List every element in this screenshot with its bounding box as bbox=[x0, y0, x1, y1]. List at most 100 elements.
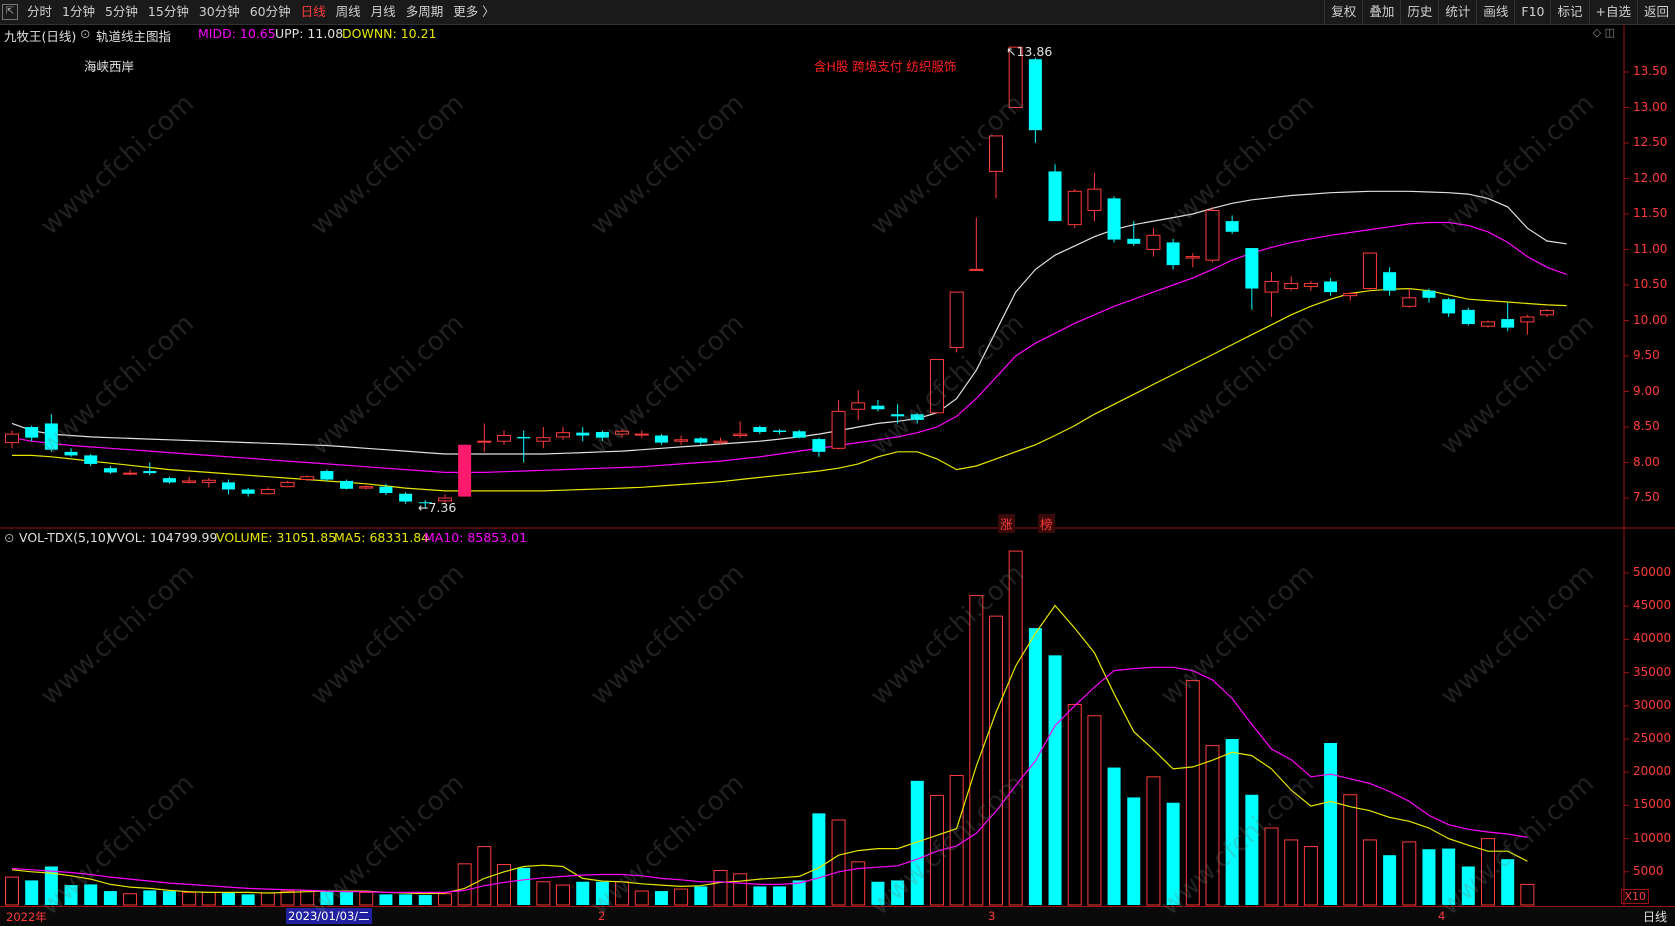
candle-body bbox=[300, 476, 315, 481]
volume-bar bbox=[1383, 855, 1397, 905]
high-marker-value: 13.86 bbox=[1016, 44, 1053, 59]
volume-bar bbox=[713, 869, 728, 906]
high-marker: ↖13.86 bbox=[1006, 44, 1053, 59]
volume-tick-label: 50000 bbox=[1633, 565, 1672, 579]
candle-body bbox=[871, 405, 885, 410]
candle-body bbox=[969, 268, 984, 271]
volume-bar bbox=[201, 891, 216, 906]
candle-body bbox=[84, 455, 98, 464]
volume-bar bbox=[418, 895, 432, 905]
volume-bar bbox=[1008, 550, 1023, 906]
candle-body bbox=[753, 427, 767, 432]
candle-body bbox=[792, 431, 806, 438]
rank-tag[interactable]: 榜 bbox=[1038, 514, 1055, 533]
candle-body bbox=[241, 489, 255, 494]
lower-band-line bbox=[12, 287, 1567, 492]
candle-body bbox=[182, 480, 197, 483]
volume-bar bbox=[379, 894, 393, 905]
volume-bar bbox=[437, 893, 452, 906]
mid-band-line bbox=[11, 221, 1567, 473]
candle-body bbox=[674, 439, 689, 442]
candle-body bbox=[103, 468, 117, 473]
volume-bar bbox=[694, 886, 708, 905]
volume-tick-label: 45000 bbox=[1633, 598, 1672, 613]
volume-bar bbox=[1284, 839, 1299, 906]
candle-body bbox=[497, 435, 511, 442]
volume-bar bbox=[359, 891, 374, 906]
volume-bar bbox=[399, 894, 413, 905]
candle-body bbox=[1107, 198, 1121, 240]
unit-tag: X10 bbox=[1621, 889, 1649, 904]
candle-body bbox=[1422, 290, 1436, 298]
volume-bar bbox=[1048, 655, 1062, 905]
candle-body bbox=[5, 433, 19, 444]
period-label[interactable]: 日线 bbox=[1643, 908, 1667, 925]
volume-bar bbox=[969, 595, 984, 906]
candle-body bbox=[64, 451, 78, 456]
candle-body bbox=[143, 471, 157, 474]
candle-body bbox=[634, 433, 649, 436]
candle-body bbox=[1264, 280, 1279, 293]
candle-body bbox=[654, 435, 668, 443]
volume-tick-label: 15000 bbox=[1633, 797, 1672, 812]
candle-body bbox=[1146, 234, 1161, 251]
candle-body bbox=[949, 291, 964, 348]
volume-bar bbox=[1127, 797, 1141, 905]
candle-body bbox=[1166, 242, 1180, 266]
candle-body bbox=[1461, 309, 1475, 325]
limit-up-tag[interactable]: 涨 bbox=[998, 514, 1015, 533]
price-tick-label: 11.50 bbox=[1633, 206, 1668, 220]
volume-bar bbox=[831, 819, 846, 906]
volume-bar bbox=[1362, 839, 1377, 906]
volume-bar bbox=[792, 880, 806, 905]
volume-bar bbox=[1087, 715, 1102, 906]
volume-bar bbox=[280, 890, 295, 906]
candle-body bbox=[1245, 248, 1259, 289]
candle-body bbox=[320, 471, 334, 480]
candle-body bbox=[201, 479, 216, 483]
volume-tick-label: 20000 bbox=[1633, 764, 1672, 779]
volume-tick-label: 40000 bbox=[1633, 631, 1672, 646]
candle-body bbox=[1087, 188, 1102, 211]
price-tick-label: 9.50 bbox=[1633, 348, 1660, 362]
candle-body bbox=[536, 437, 551, 442]
volume-bar bbox=[241, 894, 255, 905]
candle-body bbox=[280, 481, 295, 488]
volume-bar bbox=[753, 886, 767, 905]
price-tick-label: 13.00 bbox=[1633, 99, 1668, 114]
candle-body bbox=[25, 427, 39, 438]
candle-body bbox=[1303, 283, 1318, 287]
price-tick-label: 11.00 bbox=[1633, 241, 1668, 256]
volume-bar bbox=[1422, 849, 1436, 905]
volume-bar bbox=[1402, 841, 1417, 906]
volume-bar bbox=[182, 891, 197, 906]
candle-body bbox=[379, 486, 393, 494]
candle-body bbox=[851, 402, 866, 410]
volume-bar bbox=[162, 891, 176, 905]
candle-body bbox=[831, 410, 846, 449]
volume-bar bbox=[773, 886, 787, 905]
volume-bar bbox=[536, 881, 551, 906]
price-tick-label: 10.50 bbox=[1633, 277, 1668, 291]
candle-body bbox=[1540, 310, 1555, 316]
volume-bar bbox=[123, 893, 138, 906]
volume-bar bbox=[733, 873, 748, 906]
volume-tick-label: 35000 bbox=[1633, 664, 1672, 679]
candle-body bbox=[517, 436, 531, 439]
price-tick-label: 8.50 bbox=[1633, 419, 1660, 433]
candle-body bbox=[733, 433, 748, 437]
candle-body bbox=[1520, 316, 1535, 323]
low-marker-value: 7.36 bbox=[428, 500, 457, 515]
volume-bar bbox=[517, 867, 531, 905]
price-tick-label: 9.00 bbox=[1633, 383, 1660, 398]
volume-bar bbox=[221, 893, 235, 905]
candle-body bbox=[1442, 299, 1456, 314]
volume-bar bbox=[812, 813, 826, 905]
kline-chart[interactable] bbox=[0, 0, 1675, 925]
candle-body bbox=[1383, 272, 1397, 291]
volume-bar bbox=[556, 884, 571, 906]
candle-body bbox=[1048, 171, 1062, 222]
volume-tick-label: 10000 bbox=[1633, 830, 1672, 845]
date-label-4: 4 bbox=[1438, 909, 1446, 923]
candle-body bbox=[340, 480, 354, 489]
